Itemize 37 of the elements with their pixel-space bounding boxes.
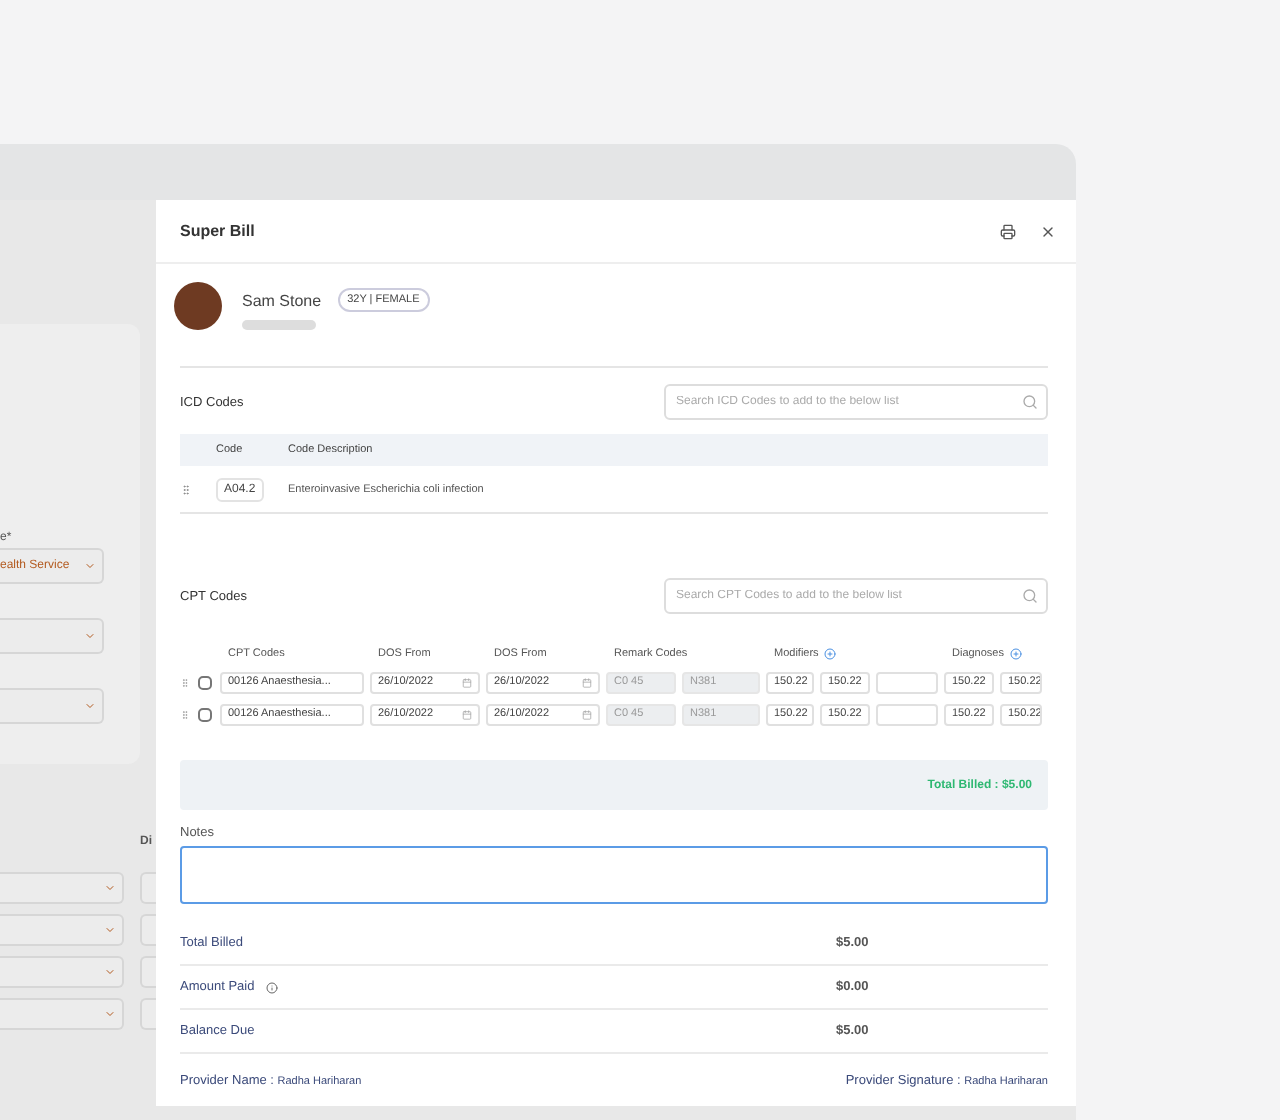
notes-field[interactable] xyxy=(180,846,1048,904)
add-icon[interactable] xyxy=(824,648,837,660)
input-field[interactable] xyxy=(140,998,156,1030)
input-field[interactable] xyxy=(140,956,156,988)
drawer-title: Super Bill xyxy=(180,222,255,240)
select-field[interactable] xyxy=(0,872,124,904)
calendar-icon xyxy=(462,677,472,687)
row-checkbox[interactable] xyxy=(198,707,212,721)
select-field[interactable] xyxy=(0,688,104,724)
add-icon[interactable] xyxy=(1010,648,1022,660)
close-button[interactable] xyxy=(1040,223,1056,239)
calendar-icon xyxy=(462,709,472,719)
input-field[interactable] xyxy=(140,872,156,904)
modifier-field[interactable] xyxy=(876,703,938,725)
chevron-down-icon xyxy=(104,924,116,936)
select-field[interactable] xyxy=(0,914,124,946)
chevron-down-icon xyxy=(104,882,116,894)
row-checkbox[interactable] xyxy=(198,675,212,689)
placeholder-bar xyxy=(242,320,316,330)
chevron-down-icon xyxy=(84,630,96,642)
chevron-down-icon xyxy=(84,700,96,712)
patient-name: Sam Stone xyxy=(242,291,322,309)
select-field[interactable] xyxy=(0,956,124,988)
chevron-down-icon xyxy=(84,560,96,572)
search-icon xyxy=(1022,394,1038,410)
input-field[interactable] xyxy=(140,914,156,946)
print-button[interactable] xyxy=(1000,223,1016,239)
calendar-icon xyxy=(582,709,592,719)
search-icon xyxy=(1022,588,1038,604)
info-icon xyxy=(266,981,279,993)
modifier-field[interactable] xyxy=(876,671,938,693)
chevron-down-icon xyxy=(104,966,116,978)
select-field[interactable] xyxy=(0,618,104,654)
chevron-down-icon xyxy=(104,1008,116,1020)
calendar-icon xyxy=(582,677,592,687)
avatar-placeholder xyxy=(174,282,222,330)
select-field[interactable] xyxy=(0,998,124,1030)
